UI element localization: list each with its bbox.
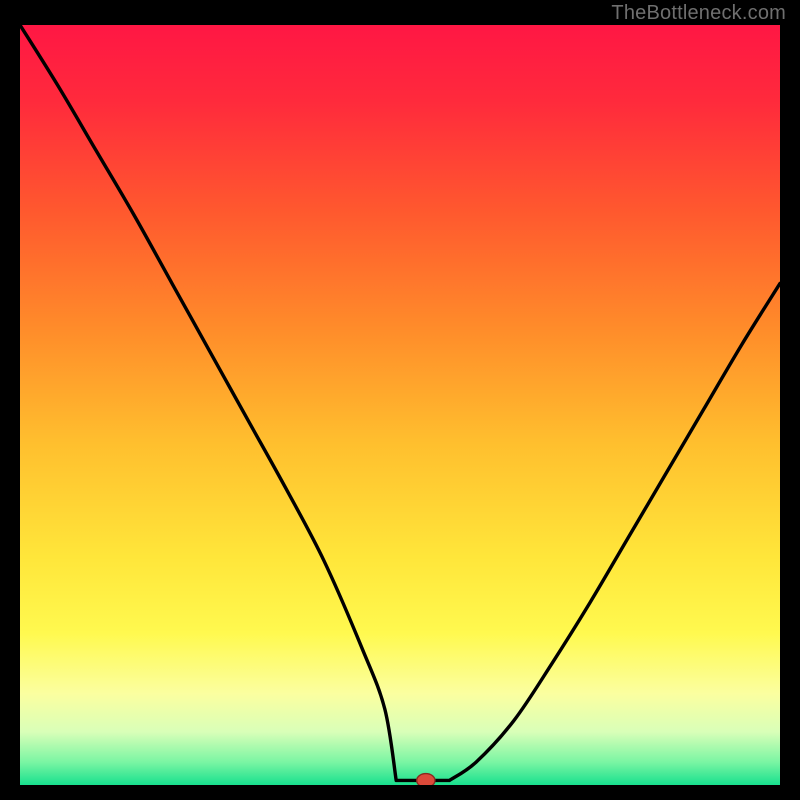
optimum-marker	[417, 774, 435, 785]
gradient-background	[20, 25, 780, 785]
bottleneck-chart	[20, 25, 780, 785]
chart-frame	[10, 25, 790, 795]
watermark-text: TheBottleneck.com	[611, 2, 786, 25]
